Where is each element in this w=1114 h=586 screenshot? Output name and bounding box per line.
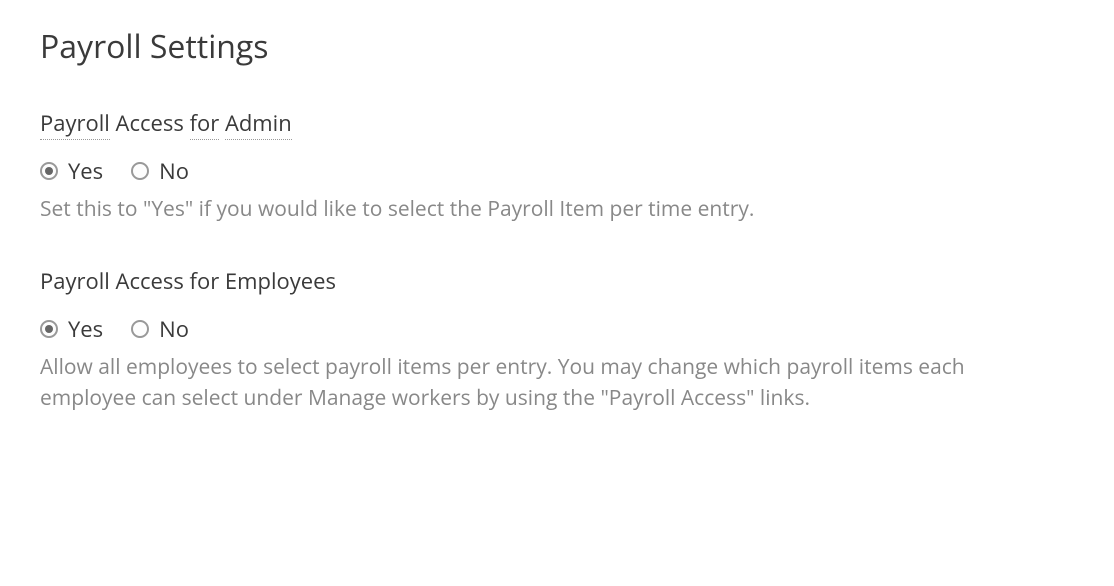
- radio-option-admin-yes[interactable]: Yes: [40, 156, 103, 186]
- radio-group-employees: Yes No: [40, 314, 1074, 344]
- section-payroll-access-admin: Payroll Access for Admin Yes No Set this…: [40, 108, 1074, 226]
- radio-option-admin-no[interactable]: No: [131, 156, 189, 186]
- radio-label-yes: Yes: [68, 314, 103, 344]
- section-title-employees: Payroll Access for Employees: [40, 266, 336, 296]
- section-title-admin-word-sep1: Access: [110, 108, 190, 138]
- radio-icon: [40, 320, 58, 338]
- section-payroll-access-employees: Payroll Access for Employees Yes No Allo…: [40, 266, 1074, 415]
- radio-option-employees-no[interactable]: No: [131, 314, 189, 344]
- section-title-admin: Payroll Access for Admin: [40, 108, 292, 138]
- radio-label-yes: Yes: [68, 156, 103, 186]
- section-title-admin-word-admin: Admin: [225, 108, 292, 140]
- radio-label-no: No: [159, 314, 189, 344]
- radio-icon: [131, 320, 149, 338]
- radio-icon: [131, 162, 149, 180]
- page-title: Payroll Settings: [40, 25, 1074, 68]
- help-text-admin: Set this to "Yes" if you would like to s…: [40, 194, 1040, 226]
- help-text-employees: Allow all employees to select payroll it…: [40, 352, 1040, 415]
- radio-option-employees-yes[interactable]: Yes: [40, 314, 103, 344]
- radio-label-no: No: [159, 156, 189, 186]
- section-title-admin-word-payroll: Payroll: [40, 108, 110, 140]
- radio-icon: [40, 162, 58, 180]
- section-title-admin-word-for: for: [190, 108, 220, 140]
- radio-group-admin: Yes No: [40, 156, 1074, 186]
